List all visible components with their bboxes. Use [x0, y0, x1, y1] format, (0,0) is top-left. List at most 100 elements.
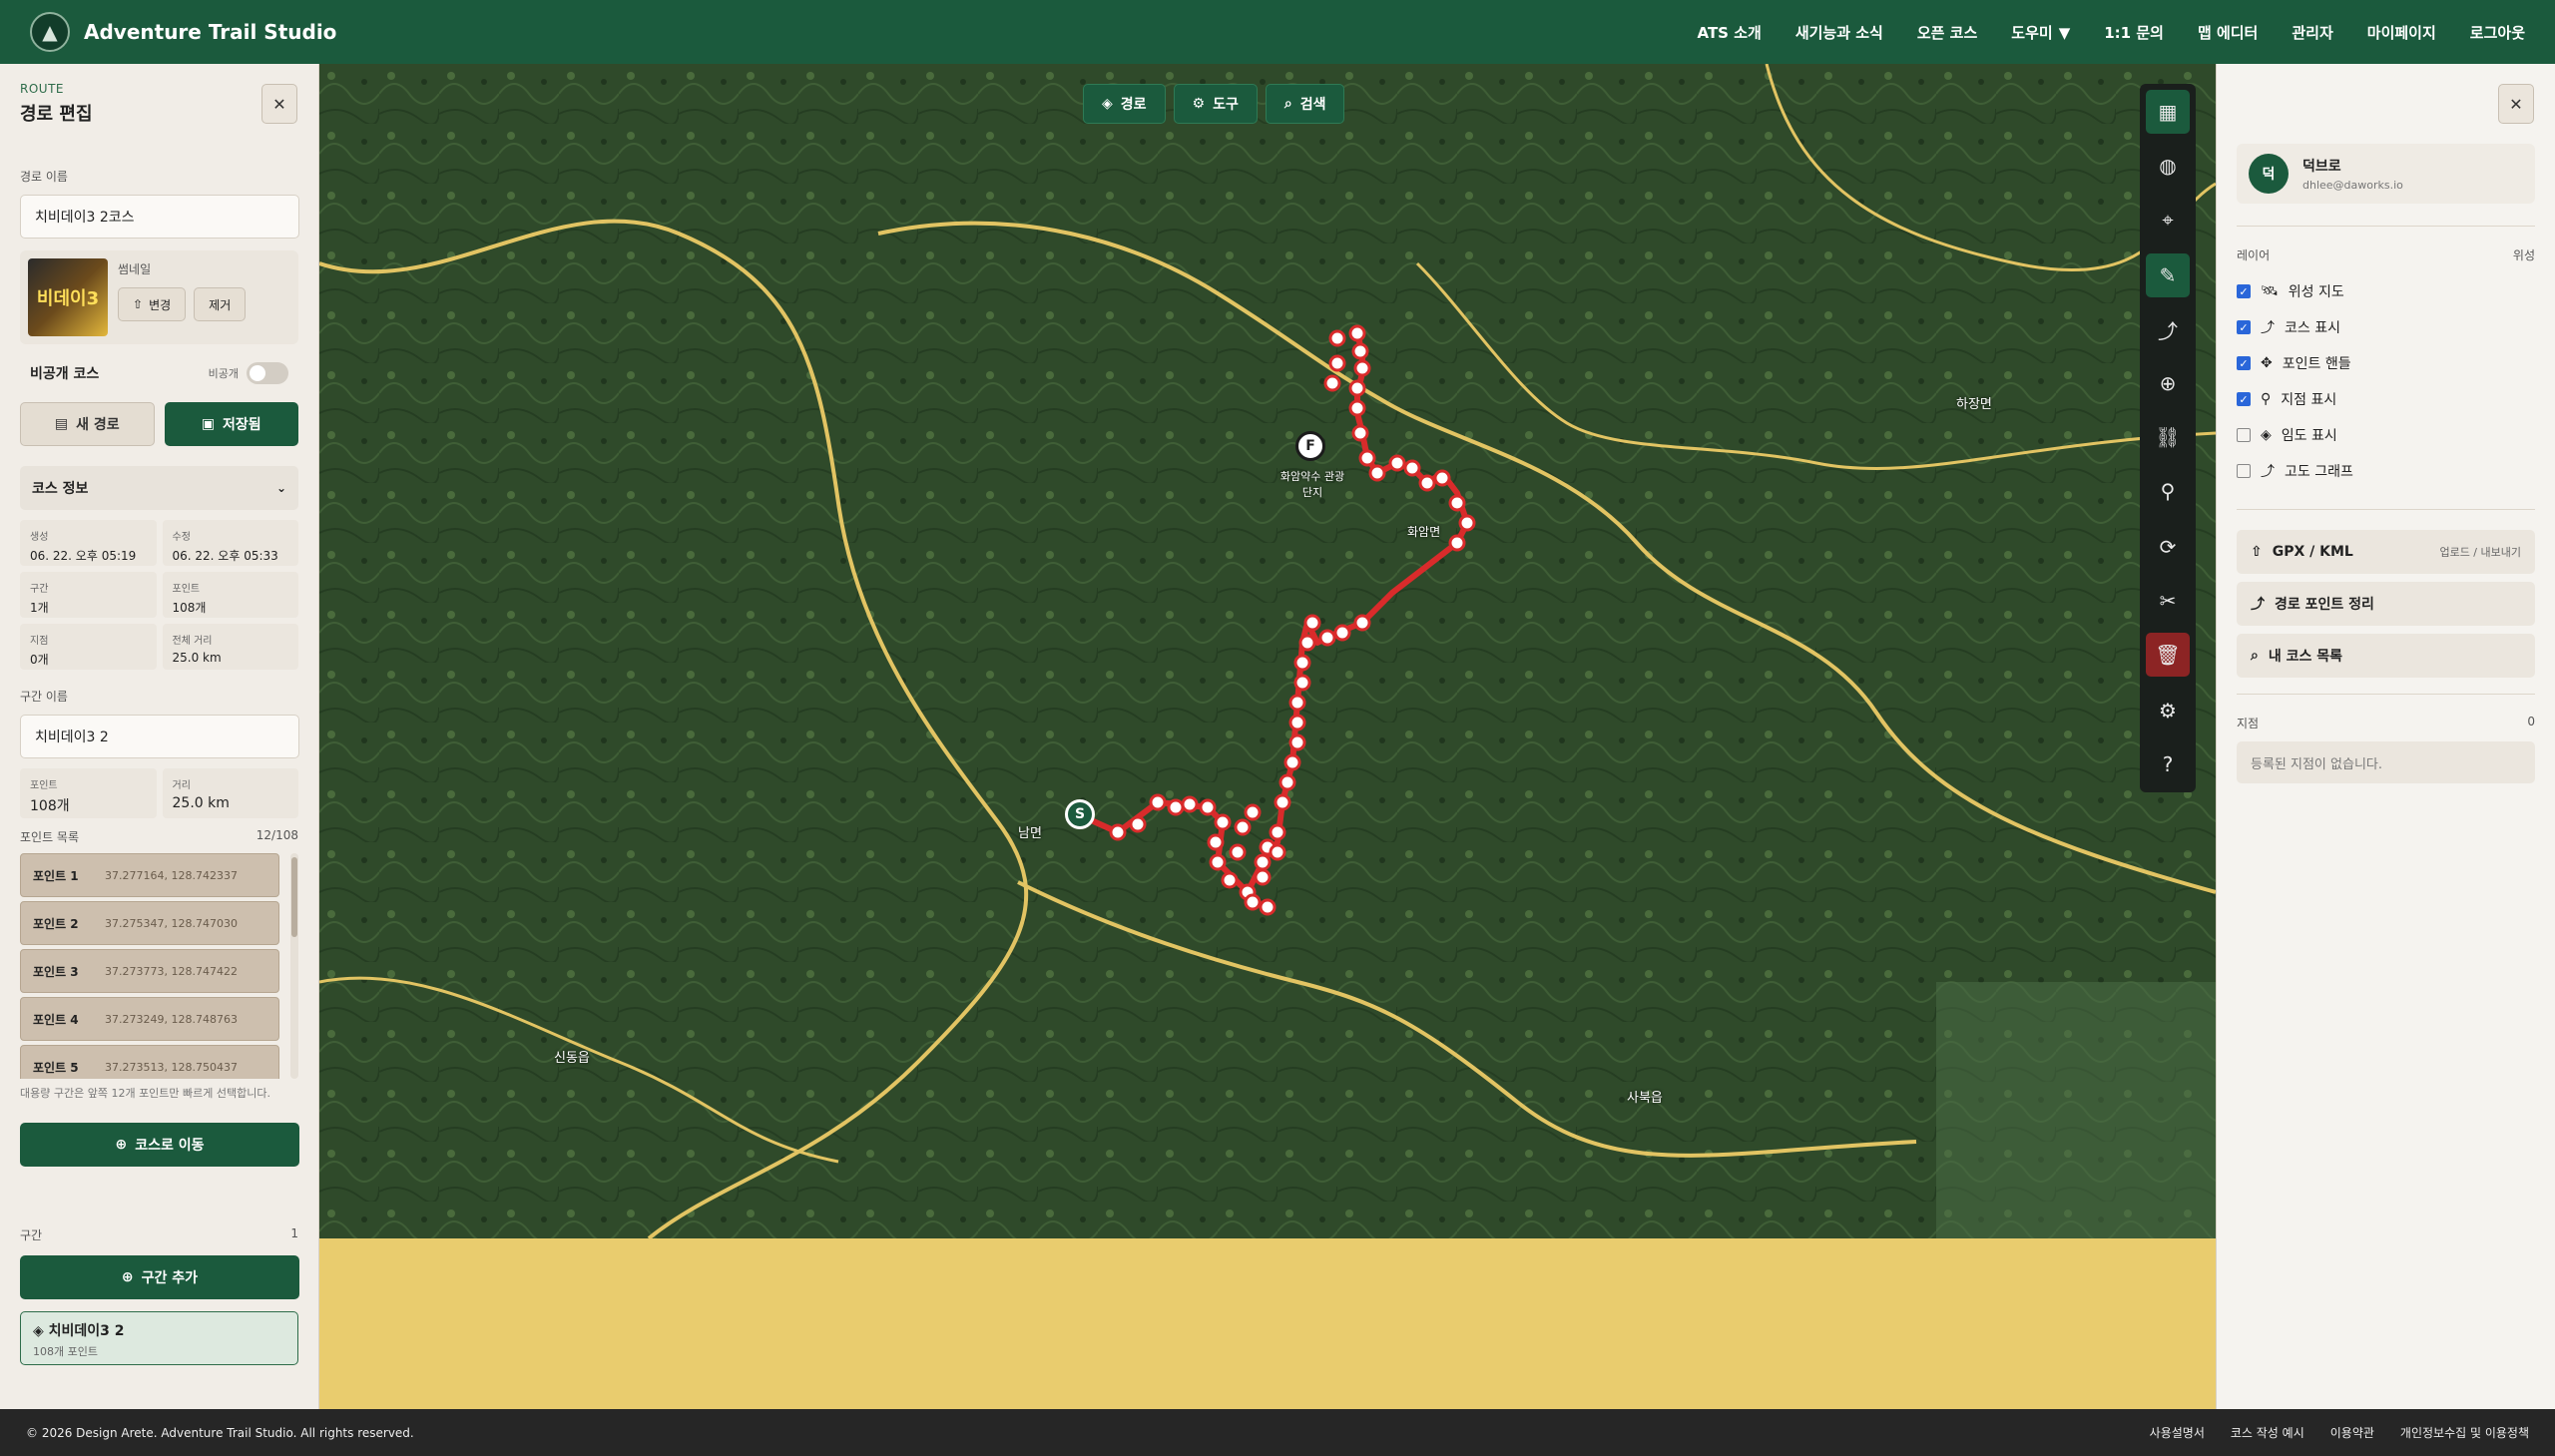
- nav-logout[interactable]: 로그아웃: [2470, 22, 2525, 43]
- search-icon: ⌕: [1283, 96, 1292, 112]
- course-info-accordion[interactable]: 코스 정보 ⌄: [20, 466, 298, 510]
- delete-tool[interactable]: 🗑: [2146, 633, 2190, 677]
- checkbox[interactable]: [2237, 464, 2251, 478]
- nav-news[interactable]: 새기능과 소식: [1795, 22, 1883, 43]
- scrollbar-thumb[interactable]: [291, 857, 297, 937]
- satellite-icon: 🛰: [2261, 283, 2279, 299]
- trash-icon: 🗑: [2155, 643, 2181, 667]
- footer: © 2026 Design Arete. Adventure Trail Stu…: [0, 1409, 2555, 1456]
- close-panel-button[interactable]: ✕: [261, 84, 297, 124]
- segments-label: 구간: [20, 1228, 43, 1242]
- nav-inquiry[interactable]: 1:1 문의: [2104, 22, 2164, 43]
- mountain-logo-icon[interactable]: ▲: [30, 12, 70, 52]
- reverse-tool[interactable]: ⟳: [2146, 525, 2190, 569]
- layer-elevation[interactable]: ⤴ 고도 그래프: [2237, 453, 2535, 489]
- footer-link-terms[interactable]: 이용약관: [2330, 1424, 2374, 1441]
- footer-link-examples[interactable]: 코스 작성 예시: [2231, 1424, 2304, 1441]
- finish-marker[interactable]: F: [1295, 431, 1325, 461]
- segment-name-label: 구간 이름: [20, 690, 68, 704]
- nav-admin[interactable]: 관리자: [2292, 22, 2332, 43]
- route-name-input[interactable]: 치비데이3 2코스: [20, 195, 299, 239]
- scissors-icon: ✂: [2159, 589, 2177, 613]
- nav-open-course[interactable]: 오픈 코스: [1917, 22, 1977, 43]
- list-item[interactable]: 포인트 4 37.273249, 128.748763: [20, 997, 279, 1041]
- map-canvas[interactable]: S F 남면 하장면 신동읍 사북읍 화암약수 관광단지 화암면 ◈ 경로 ⚙ 도구…: [319, 64, 2216, 1238]
- map-label-namyeon: 남면: [1018, 826, 1042, 841]
- crosshair-icon: ⌖: [2162, 208, 2174, 232]
- layer-course[interactable]: ✓ ⤴ 코스 표시: [2237, 309, 2535, 345]
- map-label-sabuk: 사북읍: [1627, 1091, 1663, 1106]
- tab-search[interactable]: ⌕ 검색: [1265, 84, 1345, 124]
- checkbox[interactable]: ✓: [2237, 284, 2251, 298]
- satellite-map: [319, 64, 2216, 1238]
- waypoint-tool[interactable]: ⚲: [2146, 469, 2190, 513]
- draw-tool[interactable]: ✎: [2146, 253, 2190, 297]
- user-name: 덕브로: [2302, 159, 2341, 175]
- thumbnail-remove-button[interactable]: 제거: [194, 287, 247, 321]
- gpx-kml-button[interactable]: ⇧ GPX / KML 업로드 / 내보내기: [2237, 530, 2535, 574]
- route-edit-panel: ROUTE 경로 편집 ✕ 경로 이름 치비데이3 2코스 비데이3 썸네일 ⇧…: [0, 64, 319, 1409]
- map-view-tool[interactable]: ▦: [2146, 90, 2190, 134]
- start-marker[interactable]: S: [1065, 799, 1095, 829]
- brand-name[interactable]: Adventure Trail Studio: [84, 20, 336, 44]
- tidy-points-button[interactable]: ⤴ 경로 포인트 정리: [2237, 582, 2535, 626]
- add-point-tool[interactable]: ⊕: [2146, 361, 2190, 405]
- list-item[interactable]: 포인트 2 37.275347, 128.747030: [20, 901, 279, 945]
- help-tool[interactable]: ?: [2146, 742, 2190, 786]
- link-tool[interactable]: ⛓: [2146, 415, 2190, 459]
- globe-tool[interactable]: ◍: [2146, 144, 2190, 188]
- map-toolbar: ▦ ◍ ⌖ ✎ ⤴ ⊕ ⛓ ⚲ ⟳ ✂ 🗑 ⚙ ?: [2140, 84, 2196, 792]
- nav-about[interactable]: ATS 소개: [1698, 22, 1762, 43]
- settings-tool[interactable]: ⚙: [2146, 689, 2190, 732]
- my-courses-button[interactable]: ⌕ 내 코스 목록: [2237, 634, 2535, 678]
- nav-helper[interactable]: 도우미 ▼: [2011, 22, 2070, 43]
- route-icon: ⤴: [2251, 597, 2265, 613]
- private-toggle[interactable]: [247, 362, 288, 384]
- point-list-hint: 대용량 구간은 앞쪽 12개 포인트만 빠르게 선택합니다.: [20, 1087, 270, 1100]
- route-tool[interactable]: ⤴: [2146, 307, 2190, 351]
- nav-mypage[interactable]: 마이페이지: [2367, 22, 2436, 43]
- checkbox[interactable]: [2237, 428, 2251, 442]
- segment-name-input[interactable]: 치비데이3 2: [20, 715, 299, 758]
- map-label-hajangmyeon: 하장면: [1956, 397, 1992, 412]
- close-icon: ✕: [272, 94, 286, 114]
- goto-course-button[interactable]: ⊕ 코스로 이동: [20, 1123, 299, 1167]
- user-card[interactable]: 덕 덕브로 dhlee@daworks.io: [2237, 144, 2535, 204]
- tab-tools[interactable]: ⚙ 도구: [1173, 84, 1258, 124]
- thumbnail-change-button[interactable]: ⇧ 변경: [118, 287, 187, 321]
- layers-right-label: 위성: [2512, 248, 2535, 262]
- add-segment-button[interactable]: ⊕ 구간 추가: [20, 1255, 299, 1299]
- checkbox[interactable]: ✓: [2237, 356, 2251, 370]
- saved-button[interactable]: ▣ 저장됨: [164, 402, 298, 446]
- close-right-panel-button[interactable]: ✕: [2498, 84, 2534, 124]
- upload-icon: ⇧: [2251, 544, 2263, 560]
- plus-circle-icon: ⊕: [121, 1269, 134, 1285]
- footer-link-manual[interactable]: 사용설명서: [2150, 1424, 2205, 1441]
- new-route-button[interactable]: ▤ 새 경로: [20, 402, 155, 446]
- layer-satellite[interactable]: ✓ 🛰 위성 지도: [2237, 273, 2535, 309]
- segment-card[interactable]: ◈ 치비데이3 2 108개 포인트: [20, 1311, 298, 1365]
- route-icon: ⤴: [2261, 464, 2275, 480]
- stat-created: 생성 06. 22. 오후 05:19: [20, 520, 157, 566]
- list-item[interactable]: 포인트 5 37.273513, 128.750437: [20, 1045, 279, 1079]
- layer-point-handles[interactable]: ✓ ✥ 포인트 핸들: [2237, 345, 2535, 381]
- help-icon: ?: [2162, 752, 2174, 776]
- point-list-scrollbar[interactable]: [290, 853, 298, 1079]
- layer-waypoints[interactable]: ✓ ⚲ 지점 표시: [2237, 381, 2535, 417]
- checkbox[interactable]: ✓: [2237, 392, 2251, 406]
- point-list: 포인트 1 37.277164, 128.742337 포인트 2 37.27534…: [20, 853, 298, 1079]
- locate-tool[interactable]: ⌖: [2146, 198, 2190, 242]
- search-icon: ⌕: [2251, 648, 2259, 664]
- tab-route[interactable]: ◈ 경로: [1083, 84, 1166, 124]
- list-item[interactable]: 포인트 3 37.273773, 128.747422: [20, 949, 279, 993]
- pin-icon: ⚲: [2261, 391, 2272, 407]
- list-item[interactable]: 포인트 1 37.277164, 128.742337: [20, 853, 279, 897]
- stat-distance: 전체 거리 25.0 km: [162, 624, 298, 670]
- checkbox[interactable]: ✓: [2237, 320, 2251, 334]
- nav-map-editor[interactable]: 맵 에디터: [2198, 22, 2258, 43]
- cut-tool[interactable]: ✂: [2146, 579, 2190, 623]
- segment-points: 포인트 108개: [20, 768, 157, 818]
- footer-link-privacy[interactable]: 개인정보수집 및 이용정책: [2400, 1424, 2529, 1441]
- layer-forest-roads[interactable]: ◈ 임도 표시: [2237, 417, 2535, 453]
- plus-circle-icon: ⊕: [2159, 371, 2177, 395]
